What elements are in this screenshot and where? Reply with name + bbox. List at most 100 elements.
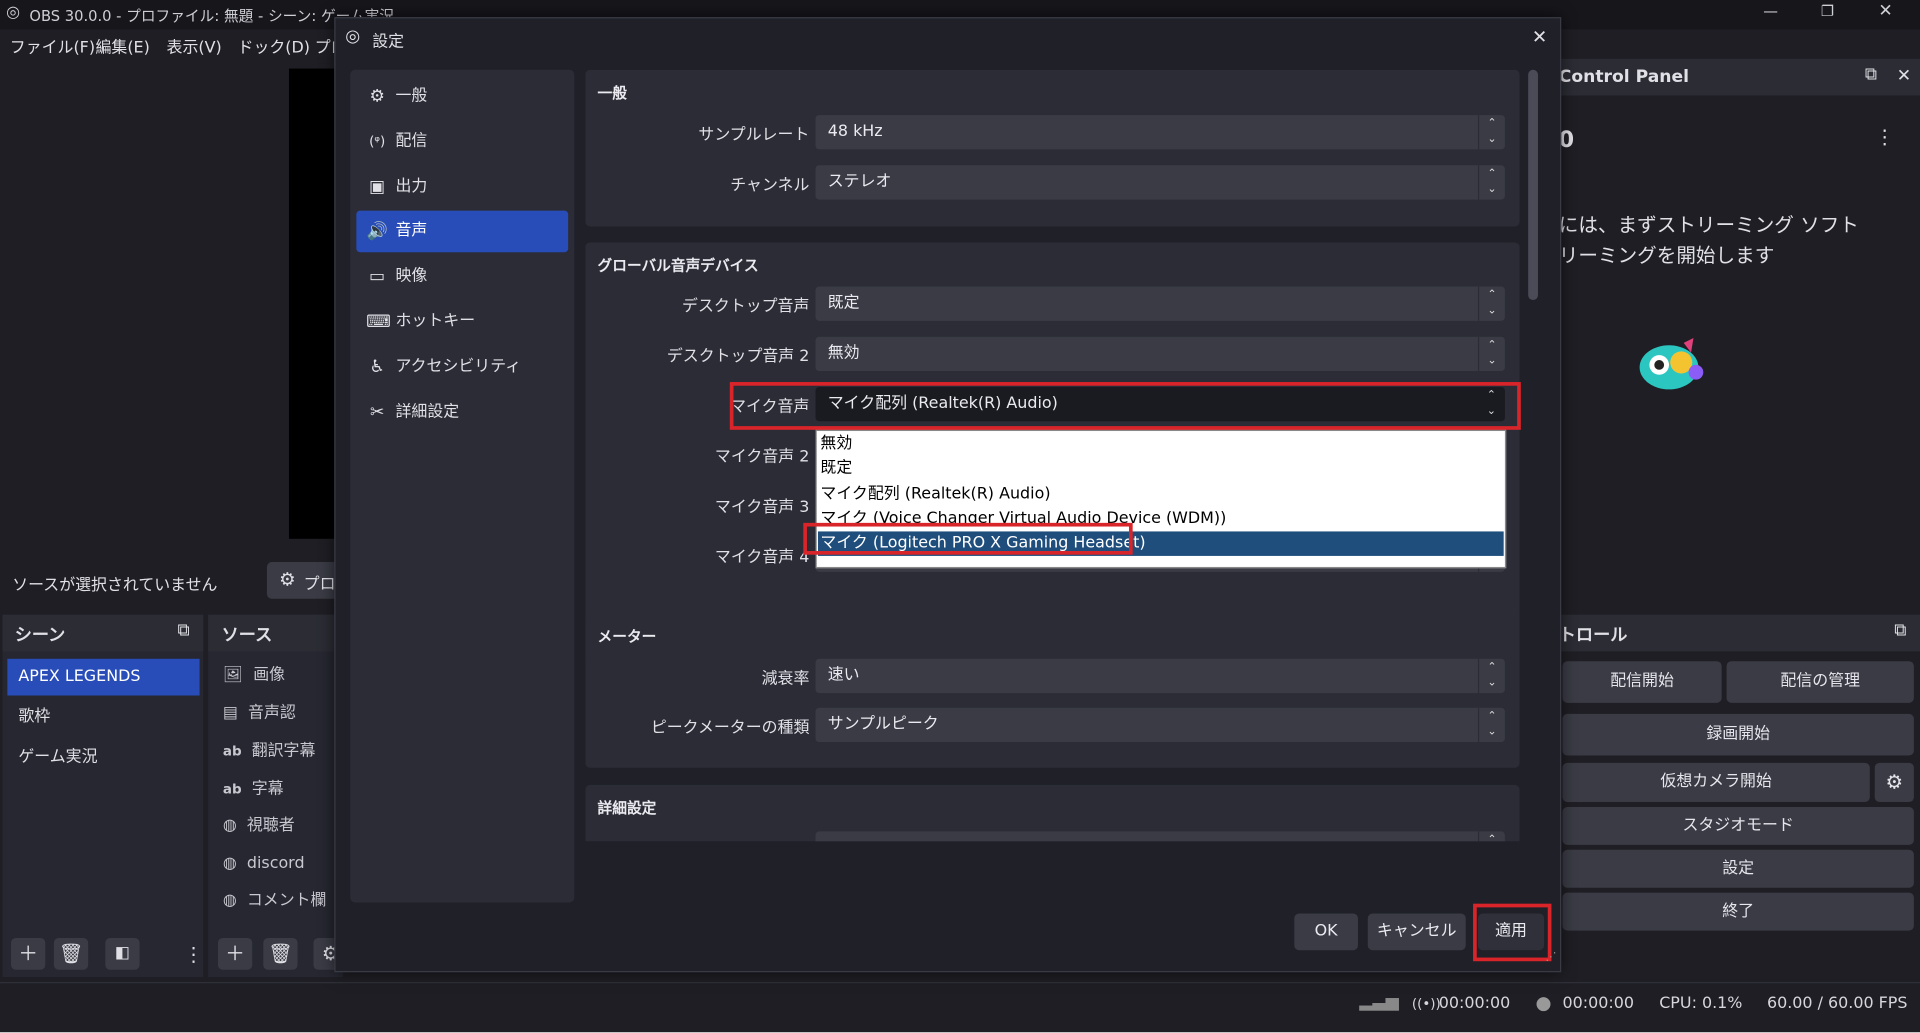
start-stream-button[interactable]: 配信開始 — [1562, 661, 1722, 703]
accessibility-icon: ♿ — [369, 357, 385, 378]
scene-item-utawaku[interactable]: 歌枠 — [7, 699, 199, 736]
scrollbar-thumb[interactable] — [1528, 69, 1538, 301]
close-icon[interactable]: ✕ — [1878, 1, 1892, 21]
nav-video[interactable]: ▭ 映像 — [356, 256, 568, 298]
desktop-audio-2-label: デスクトップ音声 2 — [666, 347, 810, 367]
minimize-icon[interactable]: — — [1763, 2, 1778, 19]
remove-source-button[interactable]: 🗑 — [263, 937, 298, 970]
start-recording-button[interactable]: 録画開始 — [1562, 713, 1914, 756]
nav-label: 一般 — [395, 86, 428, 106]
source-item[interactable]: ab 字幕 — [223, 773, 284, 807]
control-panel-header: Control Panel ⧉ ✕ — [1558, 58, 1920, 96]
virtual-camera-settings-button[interactable]: ⚙ — [1874, 762, 1914, 803]
dropdown-option[interactable]: 無効 — [820, 432, 852, 456]
scenes-title: シーン — [14, 625, 66, 646]
desktop-audio-2-select[interactable]: 無効 ⌃ ⌄ — [815, 336, 1505, 372]
source-label: 画像 — [253, 666, 286, 685]
restore-icon[interactable]: ❐ — [1821, 2, 1834, 19]
source-label: 字幕 — [251, 780, 284, 799]
channels-select[interactable]: ステレオ ⌃ ⌄ — [815, 165, 1505, 200]
undock-icon[interactable]: ⧉ — [1865, 65, 1877, 85]
desktop-audio-select[interactable]: 既定 ⌃ ⌄ — [815, 286, 1505, 321]
controls-header: トロール ⧉ — [1558, 614, 1920, 652]
cpu-usage: CPU: 0.1% — [1659, 994, 1743, 1013]
peak-meter-value: サンプルピーク — [827, 715, 939, 734]
undock-icon[interactable]: ⧉ — [178, 621, 190, 641]
mic-audio-label: マイク音声 — [730, 397, 810, 417]
sources-title: ソース — [221, 625, 273, 646]
virtual-camera-button[interactable]: 仮想カメラ開始 — [1562, 762, 1870, 803]
antenna-icon: (ᵠ) — [369, 133, 386, 150]
nav-general[interactable]: ⚙ 一般 — [356, 76, 568, 118]
menu-view[interactable]: 表示(V) — [167, 34, 222, 57]
settings-button[interactable]: 設定 — [1562, 849, 1914, 888]
nav-advanced[interactable]: ✂ 詳細設定 — [356, 392, 568, 434]
nav-accessibility[interactable]: ♿ アクセシビリティ — [356, 347, 568, 389]
dropdown-option[interactable]: マイク (Voice Changer Virtual Audio Device … — [820, 507, 1226, 531]
group-header: メーター — [597, 628, 657, 646]
decay-rate-value: 速い — [827, 666, 860, 685]
nav-audio[interactable]: 🔊 音声 — [356, 210, 569, 253]
image-icon: 🖼 — [222, 666, 244, 685]
source-item[interactable]: 🖼 画像 — [223, 659, 285, 693]
nav-stream[interactable]: (ᵠ) 配信 — [356, 121, 568, 163]
group-general: 一般 サンプルレート 48 kHz ⌃ ⌄ チャンネル ステレオ ⌃ ⌄ — [585, 69, 1520, 227]
studio-mode-button[interactable]: スタジオモード — [1562, 806, 1914, 845]
dropdown-option[interactable]: マイク配列 (Realtek(R) Audio) — [820, 482, 1050, 506]
sources-header: ソース — [208, 614, 343, 652]
cancel-button[interactable]: キャンセル — [1367, 913, 1466, 951]
menu-dock[interactable]: ドック(D) — [238, 34, 310, 57]
source-label: discord — [246, 854, 305, 874]
nav-label: アクセシビリティ — [395, 357, 522, 376]
source-item[interactable]: ◍ 視聴者 — [223, 809, 295, 843]
resize-grip-icon[interactable]: ⋰ — [1545, 951, 1556, 963]
text-icon: ab — [222, 743, 242, 760]
source-item[interactable]: ◍ discord — [223, 847, 305, 881]
menu-file[interactable]: ファイル(F) — [10, 34, 95, 57]
apply-button[interactable]: 適用 — [1477, 913, 1545, 951]
dropdown-option[interactable]: 既定 — [820, 457, 852, 481]
undock-icon[interactable]: ⧉ — [1894, 621, 1906, 641]
exit-button[interactable]: 終了 — [1562, 892, 1914, 931]
peak-meter-select[interactable]: サンプルピーク ⌃ ⌄ — [815, 707, 1505, 743]
scene-item-game[interactable]: ゲーム実況 — [7, 740, 199, 777]
control-panel-message: には、まずストリーミング ソフト — [1558, 213, 1859, 237]
desktop-audio-label: デスクトップ音声 — [682, 297, 810, 316]
mic-audio-select[interactable]: マイク配列 (Realtek(R) Audio) ⌃ ⌄ — [815, 386, 1505, 422]
nav-output[interactable]: ▣ 出力 — [356, 167, 568, 209]
nav-hotkeys[interactable]: ⌨ ホットキー — [356, 301, 568, 343]
fps-readout: 60.00 / 60.00 FPS — [1766, 994, 1908, 1013]
source-item[interactable]: ▤ 音声認 — [223, 697, 296, 731]
add-source-button[interactable]: ＋ — [217, 937, 253, 970]
scenes-header: シーン ⧉ — [2, 614, 204, 652]
mic-audio-value: マイク配列 (Realtek(R) Audio) — [827, 394, 1058, 413]
scene-item-apex[interactable]: APEX LEGENDS — [7, 658, 200, 696]
group-header: 一般 — [597, 84, 627, 102]
close-icon[interactable]: ✕ — [1897, 66, 1911, 86]
add-scene-button[interactable]: ＋ — [11, 937, 46, 970]
properties-button[interactable]: ⚙ プロ — [266, 562, 341, 599]
sample-rate-select[interactable]: 48 kHz ⌃ ⌄ — [815, 115, 1505, 150]
settings-scrollbar[interactable] — [1528, 69, 1540, 854]
menu-edit[interactable]: 編集(E) — [96, 34, 150, 57]
ok-button[interactable]: OK — [1294, 913, 1358, 951]
dropdown-option-selected[interactable]: マイク (Logitech PRO X Gaming Headset) — [817, 531, 1504, 556]
source-label: 音声認 — [248, 704, 296, 723]
source-item[interactable]: ◍ コメント欄 — [223, 884, 327, 918]
group-header: グローバル音声デバイス — [597, 257, 759, 275]
decay-rate-select[interactable]: 速い ⌃ ⌄ — [815, 658, 1505, 694]
nav-label: 音声 — [395, 221, 428, 241]
source-item[interactable]: ab 翻訳字幕 — [223, 735, 316, 769]
chevron-updown-icon: ⌃⌄ — [1477, 286, 1505, 321]
remove-scene-button[interactable]: 🗑 — [53, 937, 89, 970]
monitoring-device-select[interactable]: ⌃⌄ — [815, 831, 1505, 842]
more-icon[interactable]: ⋮ — [1875, 125, 1895, 148]
close-icon[interactable]: ✕ — [1532, 26, 1547, 48]
group-header: 詳細設定 — [597, 799, 657, 817]
status-bar: ▂▃▅ ((•)) 00:00:00 ● 00:00:00 CPU: 0.1% … — [0, 982, 1920, 1024]
scene-filter-button[interactable]: ◧ — [105, 937, 140, 970]
more-icon[interactable]: ⋮ — [184, 943, 204, 966]
group-meters: メーター 減衰率 速い ⌃ ⌄ ピークメーターの種類 サンプルピーク ⌃ ⌄ — [585, 613, 1520, 768]
preview-area[interactable] — [9, 63, 351, 544]
manage-stream-button[interactable]: 配信の管理 — [1726, 661, 1914, 703]
